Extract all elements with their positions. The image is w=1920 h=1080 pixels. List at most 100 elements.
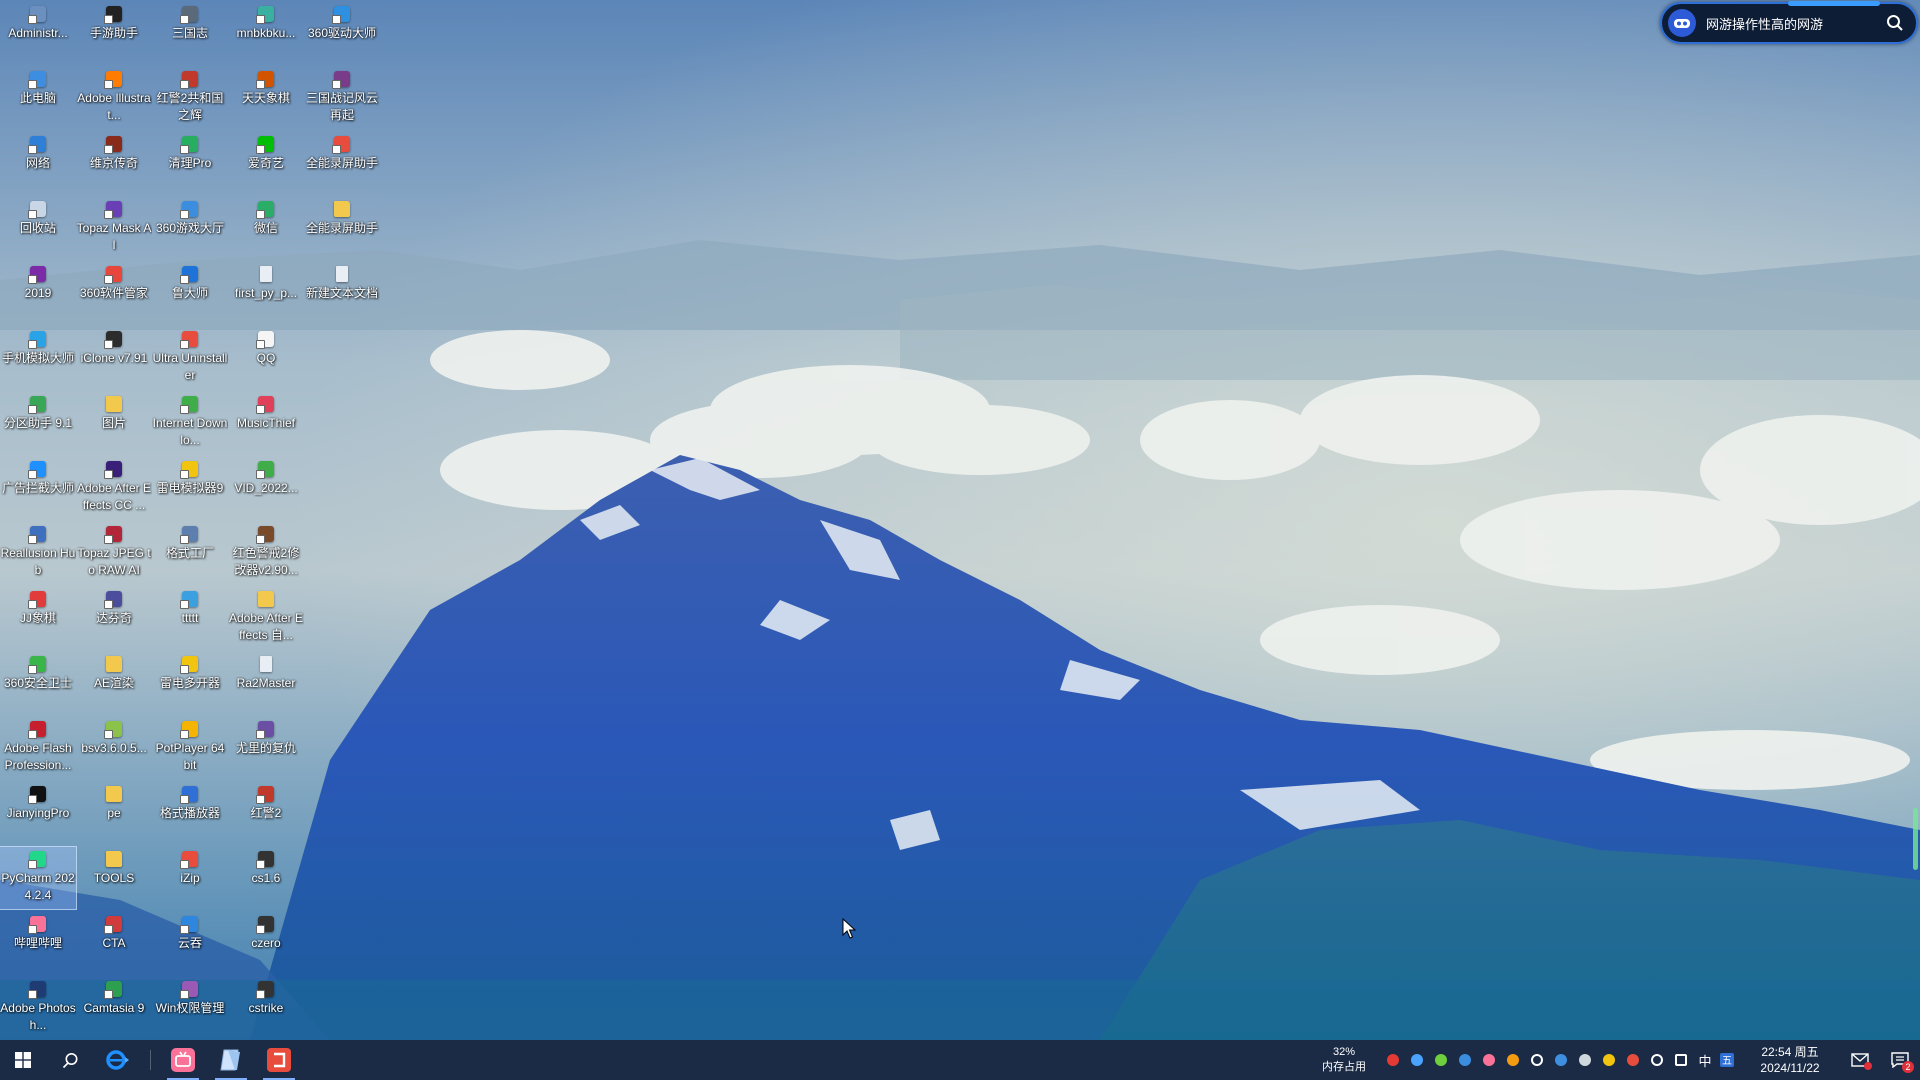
desktop-icon[interactable]: 分区助手 9.1 xyxy=(0,392,76,454)
desktop-icon[interactable]: Camtasia 9 xyxy=(76,977,152,1039)
desktop-icon[interactable]: pe xyxy=(76,782,152,844)
desktop-icon[interactable]: 2019 xyxy=(0,262,76,324)
desktop-icon[interactable]: PyCharm 2024.2.4 xyxy=(0,846,77,910)
desktop-icon[interactable]: 红警2共和国之辉 xyxy=(152,67,228,129)
desktop-icon[interactable]: czero xyxy=(228,912,304,974)
desktop-icon[interactable]: 三国志 xyxy=(152,2,228,64)
desktop-icon[interactable]: 爱奇艺 xyxy=(228,132,304,194)
desktop-icon[interactable]: cstrike xyxy=(228,977,304,1039)
desktop-icon[interactable]: Reallusion Hub xyxy=(0,522,76,584)
desktop-icon[interactable]: VID_2022... xyxy=(228,457,304,519)
desktop-icon[interactable]: Topaz Mask AI xyxy=(76,197,152,259)
desktop-icon[interactable]: AE渲染 xyxy=(76,652,152,714)
desktop-icon[interactable]: 清理Pro xyxy=(152,132,228,194)
action-center-button[interactable]: 2 xyxy=(1880,1040,1920,1080)
desktop-icon[interactable]: iClone v7.91 xyxy=(76,327,152,389)
desktop-icon[interactable]: TOOLS xyxy=(76,847,152,909)
windows-security-icon[interactable] xyxy=(1552,1051,1570,1069)
desktop-icon[interactable]: bsv3.6.0.5... xyxy=(76,717,152,779)
desktop-icon[interactable]: 天天象棋 xyxy=(228,67,304,129)
search-icon[interactable] xyxy=(1880,8,1910,38)
desktop-icon[interactable]: Adobe Photosh... xyxy=(0,977,76,1039)
desktop-icon[interactable]: 广告拦截大师 xyxy=(0,457,76,519)
desktop-icon[interactable]: 360安全卫士 xyxy=(0,652,76,714)
desktop-icon[interactable]: 格式工厂 xyxy=(152,522,228,584)
ime-mode-icon[interactable]: 五 xyxy=(1714,1040,1740,1080)
desktop-icon[interactable]: 360软件管家 xyxy=(76,262,152,324)
desktop-icon[interactable]: 达芬奇 xyxy=(76,587,152,649)
desktop-icon[interactable]: 图片 xyxy=(76,392,152,454)
app-tray-icon[interactable] xyxy=(1504,1051,1522,1069)
desktop-icon[interactable]: 哔哩哔哩 xyxy=(0,912,76,974)
desktop-icon[interactable]: 回收站 xyxy=(0,197,76,259)
desktop-icon[interactable]: MusicThief xyxy=(228,392,304,454)
desktop-icon[interactable]: 红警2 xyxy=(228,782,304,844)
desktop-icon[interactable]: 雷电多开器 xyxy=(152,652,228,714)
mail-notification-button[interactable] xyxy=(1840,1040,1880,1080)
edge-scroll-indicator[interactable] xyxy=(1913,808,1918,870)
desktop-icon[interactable]: 此电脑 xyxy=(0,67,76,129)
desktop-icon[interactable]: 全能录屏助手 xyxy=(304,132,380,194)
desktop-icon[interactable]: 360游戏大厅 xyxy=(152,197,228,259)
arrow-tray-icon[interactable] xyxy=(1624,1051,1642,1069)
desktop-icon[interactable]: 雷电模拟器9 xyxy=(152,457,228,519)
desktop-icon[interactable]: Internet Downlo... xyxy=(152,392,228,454)
desktop-icon[interactable]: CTA xyxy=(76,912,152,974)
desktop-icon[interactable]: first_py_p... xyxy=(228,262,304,324)
desktop-icon[interactable]: QQ xyxy=(228,327,304,389)
game-search-widget[interactable]: 网游操作性高的网游 xyxy=(1660,1,1918,44)
desktop-icon[interactable]: 全能录屏助手 xyxy=(304,197,380,259)
shield-icon[interactable] xyxy=(1576,1051,1594,1069)
desktop-icon[interactable]: PotPlayer 64 bit xyxy=(152,717,228,779)
desktop-icon[interactable]: Adobe Flash Profession... xyxy=(0,717,76,779)
desktop-icon[interactable]: Adobe After Effects 自... xyxy=(228,587,304,649)
ime-indicator[interactable]: 中 xyxy=(1696,1051,1714,1070)
memory-usage-widget[interactable]: 32% 内存占用 xyxy=(1312,1045,1376,1075)
desktop-icon[interactable]: Adobe After Effects CC ... xyxy=(76,457,152,519)
desktop-icon[interactable]: ttttt xyxy=(152,587,228,649)
desktop-icon[interactable]: 格式播放器 xyxy=(152,782,228,844)
desktop-icon[interactable]: 云吞 xyxy=(152,912,228,974)
mic-icon[interactable] xyxy=(1528,1051,1546,1069)
desktop-icon[interactable]: Ultra Uninstaller xyxy=(152,327,228,389)
taskbar-app-ie[interactable] xyxy=(94,1040,142,1080)
cloud-tray-icon[interactable] xyxy=(1600,1051,1618,1069)
desktop-icon[interactable]: 三国战记风云再起 xyxy=(304,67,380,129)
desktop-icon[interactable]: 手机模拟大师 xyxy=(0,327,76,389)
desktop-icon[interactable]: 维京传奇 xyxy=(76,132,152,194)
desktop-icon[interactable]: 手游助手 xyxy=(76,2,152,64)
desktop-icon[interactable]: JJ象棋 xyxy=(0,587,76,649)
desktop-icon[interactable]: Topaz JPEG to RAW AI xyxy=(76,522,152,584)
desktop-icon[interactable]: 鲁大师 xyxy=(152,262,228,324)
desktop-icon[interactable]: 新建文本文档 xyxy=(304,262,380,324)
taskbar: 32% 内存占用 中 五 22:54 周五 2024/11/22 2 xyxy=(0,1040,1920,1080)
desktop-icon[interactable]: 微信 xyxy=(228,197,304,259)
qq-tray-icon[interactable] xyxy=(1408,1051,1426,1069)
desktop-icon[interactable]: mnbkbku... xyxy=(228,2,304,64)
browser-tray-icon[interactable] xyxy=(1456,1051,1474,1069)
desktop-icon[interactable]: 网络 xyxy=(0,132,76,194)
taskbar-app-notepad[interactable] xyxy=(207,1040,255,1080)
start-button[interactable] xyxy=(0,1040,46,1080)
taskbar-clock[interactable]: 22:54 周五 2024/11/22 xyxy=(1748,1044,1832,1076)
taskbar-search-button[interactable] xyxy=(46,1040,94,1080)
desktop-icon[interactable]: 红色警戒2修改器v2.90... xyxy=(228,522,304,584)
taskbar-app-jianying[interactable] xyxy=(255,1040,303,1080)
desktop-icon[interactable]: 360驱动大师 xyxy=(304,2,380,64)
taskbar-app-bilibili[interactable] xyxy=(159,1040,207,1080)
desktop-icon[interactable]: 尤里的复仇 xyxy=(228,717,304,779)
network-icon[interactable] xyxy=(1672,1051,1690,1069)
desktop-icon[interactable]: Ra2Master xyxy=(228,652,304,714)
360-tray-icon[interactable] xyxy=(1432,1051,1450,1069)
widget-search-text[interactable]: 网游操作性高的网游 xyxy=(1706,14,1880,33)
desktop-icon[interactable]: cs1.6 xyxy=(228,847,304,909)
desktop-icon[interactable]: Win权限管理 xyxy=(152,977,228,1039)
desktop-icon[interactable]: Administr... xyxy=(0,2,76,64)
game-controller-icon[interactable] xyxy=(1668,9,1696,37)
volume-icon[interactable] xyxy=(1648,1051,1666,1069)
desktop-icon[interactable]: Adobe Illustrat... xyxy=(76,67,152,129)
desktop-icon[interactable]: JianyingPro xyxy=(0,782,76,844)
desktop-icon[interactable]: iZip xyxy=(152,847,228,909)
bilibili-tray-icon[interactable] xyxy=(1480,1051,1498,1069)
antivirus-icon[interactable] xyxy=(1384,1051,1402,1069)
